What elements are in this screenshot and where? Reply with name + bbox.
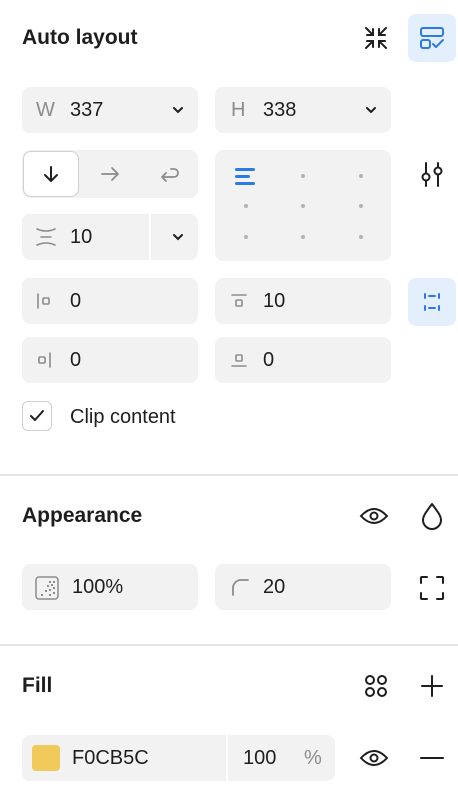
padding-left-field[interactable]: 0 <box>22 278 198 324</box>
gap-value: 10 <box>70 226 93 248</box>
add-fill-icon[interactable] <box>414 668 450 704</box>
height-prefix: H <box>231 99 246 121</box>
eye-icon[interactable] <box>356 498 392 534</box>
align-bottom-right-dot[interactable] <box>359 235 363 239</box>
fill-color-swatch[interactable] <box>32 745 60 771</box>
appearance-title: Appearance <box>22 504 143 527</box>
corner-radius-value: 20 <box>263 576 286 598</box>
chevron-down-icon[interactable] <box>365 87 377 133</box>
styles-grid-icon[interactable] <box>358 668 394 704</box>
clip-content-label: Clip content <box>70 406 176 428</box>
independent-padding-button[interactable] <box>408 278 456 326</box>
direction-segmented-control <box>22 150 198 198</box>
padding-top-icon <box>229 291 249 316</box>
gap-field[interactable]: 10 <box>22 214 198 260</box>
padding-left-value: 0 <box>70 290 82 312</box>
sliders-icon[interactable] <box>412 154 452 194</box>
align-bottom-left-dot[interactable] <box>244 235 248 239</box>
padding-bottom-icon <box>229 350 249 375</box>
padding-bottom-value: 0 <box>263 349 275 371</box>
fill-hex-value: F0CB5C <box>72 747 149 769</box>
fill-visibility-eye-icon[interactable] <box>356 740 392 776</box>
gap-divider <box>149 214 151 260</box>
padding-right-icon <box>34 350 54 375</box>
align-bottom-center-dot[interactable] <box>301 235 305 239</box>
width-prefix: W <box>36 99 55 121</box>
align-middle-left-dot[interactable] <box>244 204 248 208</box>
clip-content-checkbox[interactable] <box>22 401 52 431</box>
direction-vertical-button[interactable] <box>23 151 79 197</box>
opacity-icon <box>35 576 59 605</box>
align-top-right-dot[interactable] <box>359 174 363 178</box>
auto-layout-title: Auto layout <box>22 26 138 49</box>
opacity-field[interactable]: 100% <box>22 564 198 610</box>
padding-top-field[interactable]: 10 <box>215 278 391 324</box>
width-field[interactable]: W 337 <box>22 87 198 133</box>
corner-radius-icon <box>231 578 249 601</box>
height-value: 338 <box>263 99 297 121</box>
section-divider <box>0 644 458 646</box>
fill-opacity-unit: % <box>304 747 322 769</box>
fill-title: Fill <box>22 674 53 697</box>
padding-right-field[interactable]: 0 <box>22 337 198 383</box>
chevron-down-icon[interactable] <box>172 87 184 133</box>
fill-opacity-value: 100 <box>243 747 277 769</box>
fill-color-field[interactable]: F0CB5C <box>22 735 226 781</box>
padding-right-value: 0 <box>70 349 82 371</box>
fill-opacity-field[interactable]: 100 % <box>228 735 335 781</box>
layout-guide-button[interactable] <box>408 14 456 62</box>
align-top-left-icon[interactable] <box>235 168 257 186</box>
direction-horizontal-button[interactable] <box>82 151 138 197</box>
align-middle-center-dot[interactable] <box>301 204 305 208</box>
align-top-center-dot[interactable] <box>301 174 305 178</box>
collapse-icon[interactable] <box>358 20 394 56</box>
direction-wrap-button[interactable] <box>142 151 198 197</box>
align-middle-right-dot[interactable] <box>359 204 363 208</box>
padding-top-value: 10 <box>263 290 286 312</box>
gap-icon <box>34 226 58 253</box>
width-value: 337 <box>70 99 104 121</box>
height-field[interactable]: H 338 <box>215 87 391 133</box>
gap-chevron-down-icon[interactable] <box>172 214 184 260</box>
padding-left-icon <box>34 291 54 316</box>
drop-icon[interactable] <box>414 498 450 534</box>
section-divider <box>0 474 458 476</box>
remove-fill-icon[interactable] <box>414 740 450 776</box>
opacity-value: 100% <box>72 576 124 598</box>
corner-radius-field[interactable]: 20 <box>215 564 391 610</box>
padding-bottom-field[interactable]: 0 <box>215 337 391 383</box>
alignment-grid[interactable] <box>215 150 391 261</box>
independent-corners-icon[interactable] <box>414 570 450 606</box>
